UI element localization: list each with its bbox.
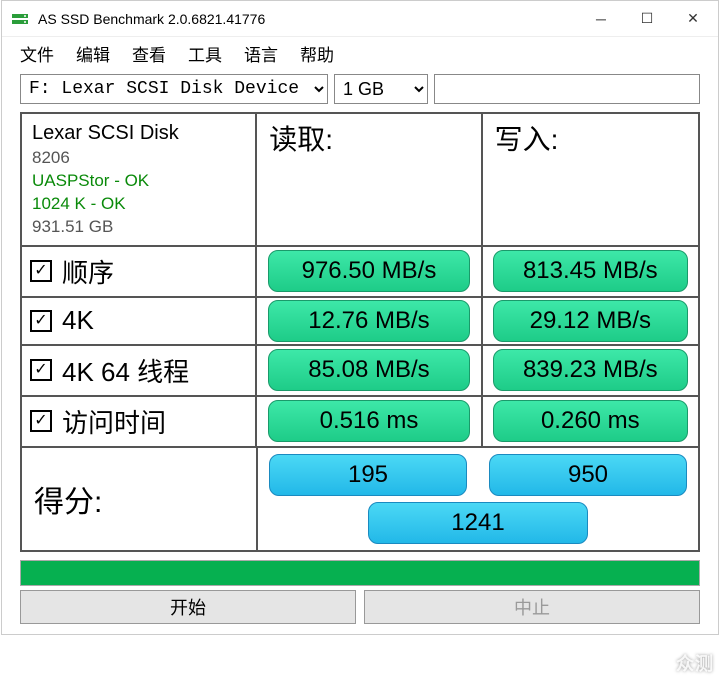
read-header: 读取:: [257, 114, 482, 245]
watermark: 众测: [676, 650, 714, 676]
menu-edit[interactable]: 编辑: [76, 41, 110, 66]
menu-tools[interactable]: 工具: [188, 41, 222, 66]
maximize-button[interactable]: ☐: [624, 1, 670, 37]
toolbar: F: Lexar SCSI Disk Device 1 GB: [2, 72, 718, 112]
abort-button[interactable]: 中止: [364, 590, 700, 624]
menu-file[interactable]: 文件: [20, 41, 54, 66]
seq-checkbox[interactable]: ✓: [30, 260, 52, 282]
titlebar: AS SSD Benchmark 2.0.6821.41776 ─ ☐ ✕: [2, 1, 718, 37]
progress-fill: [21, 561, 699, 585]
seq-write: 813.45 MB/s: [493, 250, 688, 292]
size-select[interactable]: 1 GB: [334, 74, 428, 104]
driver-status: UASPStor - OK: [32, 170, 149, 193]
drive-model: Lexar SCSI Disk: [32, 120, 179, 147]
score-label: 得分:: [22, 448, 258, 550]
app-icon: [10, 9, 30, 29]
4k64-write: 839.23 MB/s: [493, 349, 688, 391]
drive-info: Lexar SCSI Disk 8206 UASPStor - OK 1024 …: [22, 114, 257, 245]
4k-row-label: ✓ 4K: [22, 298, 257, 344]
acc-checkbox[interactable]: ✓: [30, 410, 52, 432]
write-header: 写入:: [483, 114, 698, 245]
score-read: 195: [269, 454, 467, 496]
4k-checkbox[interactable]: ✓: [30, 310, 52, 332]
score-write: 950: [489, 454, 687, 496]
drive-firmware: 8206: [32, 147, 70, 170]
menu-help[interactable]: 帮助: [300, 41, 334, 66]
acc-row-label: ✓ 访问时间: [22, 397, 257, 446]
4k64-checkbox[interactable]: ✓: [30, 359, 52, 381]
progress-bar: [20, 560, 700, 586]
acc-read: 0.516 ms: [268, 400, 471, 442]
menubar: 文件 编辑 查看 工具 语言 帮助: [2, 37, 718, 72]
menu-language[interactable]: 语言: [244, 41, 278, 66]
close-button[interactable]: ✕: [670, 1, 716, 37]
alignment-status: 1024 K - OK: [32, 193, 126, 216]
4k64-row-label: ✓ 4K 64 线程: [22, 346, 257, 395]
window-title: AS SSD Benchmark 2.0.6821.41776: [38, 11, 578, 27]
drive-select[interactable]: F: Lexar SCSI Disk Device: [20, 74, 328, 104]
minimize-button[interactable]: ─: [578, 1, 624, 37]
acc-write: 0.260 ms: [493, 400, 688, 442]
4k-write: 29.12 MB/s: [493, 300, 688, 342]
seq-row-label: ✓ 顺序: [22, 247, 257, 296]
score-cells: 195 950 1241: [258, 448, 698, 550]
results-grid: Lexar SCSI Disk 8206 UASPStor - OK 1024 …: [20, 112, 700, 552]
score-total: 1241: [368, 502, 588, 544]
button-row: 开始 中止: [20, 590, 700, 624]
menu-view[interactable]: 查看: [132, 41, 166, 66]
status-field: [434, 74, 700, 104]
drive-capacity: 931.51 GB: [32, 216, 113, 239]
4k-read: 12.76 MB/s: [268, 300, 471, 342]
app-window: AS SSD Benchmark 2.0.6821.41776 ─ ☐ ✕ 文件…: [1, 0, 719, 635]
start-button[interactable]: 开始: [20, 590, 356, 624]
4k64-read: 85.08 MB/s: [268, 349, 471, 391]
seq-read: 976.50 MB/s: [268, 250, 471, 292]
